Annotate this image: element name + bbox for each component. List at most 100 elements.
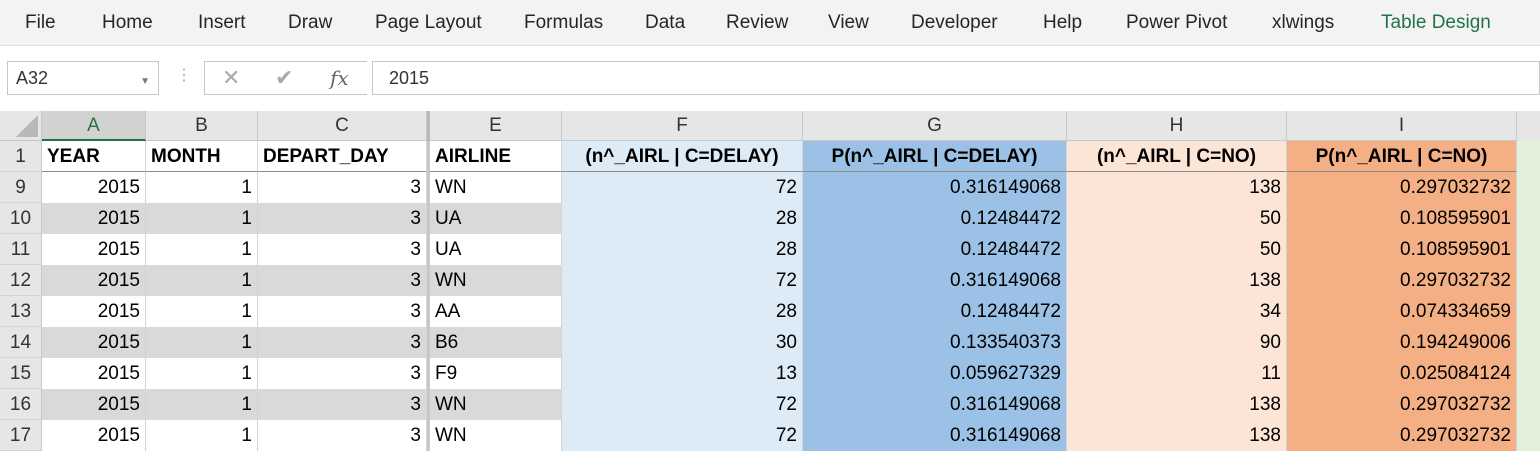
- table-cell[interactable]: B6: [430, 327, 562, 358]
- check-icon[interactable]: ✔: [275, 64, 293, 92]
- chevron-down-icon[interactable]: ▼: [140, 72, 150, 92]
- table-cell[interactable]: 1: [146, 389, 258, 420]
- tab-draw[interactable]: Draw: [288, 11, 332, 35]
- table-cell[interactable]: 13: [562, 358, 803, 389]
- table-header-cell[interactable]: (n^_AIRL | C=NO): [1067, 141, 1287, 172]
- table-cell[interactable]: 1: [146, 265, 258, 296]
- tab-help[interactable]: Help: [1043, 11, 1082, 35]
- row-header[interactable]: 17: [0, 420, 42, 451]
- table-cell[interactable]: 2015: [42, 203, 146, 234]
- table-cell[interactable]: 2015: [42, 172, 146, 203]
- table-cell[interactable]: 34: [1067, 296, 1287, 327]
- tab-data[interactable]: Data: [645, 11, 685, 35]
- table-cell[interactable]: 72: [562, 389, 803, 420]
- table-header-cell[interactable]: YEAR: [42, 141, 146, 172]
- table-cell[interactable]: WN: [430, 265, 562, 296]
- table-cell[interactable]: 2015: [42, 389, 146, 420]
- row-header[interactable]: 9: [0, 172, 42, 203]
- table-cell[interactable]: UA: [430, 234, 562, 265]
- table-cell[interactable]: 90: [1067, 327, 1287, 358]
- table-cell[interactable]: 72: [562, 265, 803, 296]
- column-header-f[interactable]: F: [562, 111, 803, 141]
- column-header-h[interactable]: H: [1067, 111, 1287, 141]
- table-cell[interactable]: 28: [562, 296, 803, 327]
- table-cell[interactable]: 138: [1067, 172, 1287, 203]
- table-cell[interactable]: 1: [146, 234, 258, 265]
- table-cell[interactable]: 2015: [42, 265, 146, 296]
- table-cell[interactable]: 0.025084124: [1287, 358, 1517, 389]
- table-cell[interactable]: 3: [258, 389, 427, 420]
- table-cell[interactable]: 0.297032732: [1287, 420, 1517, 451]
- tab-view[interactable]: View: [828, 11, 869, 35]
- table-header-cell[interactable]: (n^_AIRL | C=DELAY): [562, 141, 803, 172]
- table-cell[interactable]: 0.297032732: [1287, 172, 1517, 203]
- table-cell[interactable]: 2015: [42, 420, 146, 451]
- formula-input[interactable]: 2015: [372, 61, 1540, 95]
- row-header[interactable]: 15: [0, 358, 42, 389]
- column-header-e[interactable]: E: [430, 111, 562, 141]
- table-header-cell[interactable]: AIRLINE: [430, 141, 562, 172]
- tab-page-layout[interactable]: Page Layout: [375, 11, 482, 35]
- table-cell[interactable]: 28: [562, 234, 803, 265]
- table-header-cell[interactable]: MONTH: [146, 141, 258, 172]
- table-cell[interactable]: 0.316149068: [803, 265, 1067, 296]
- table-cell[interactable]: 1: [146, 296, 258, 327]
- table-cell[interactable]: 72: [562, 172, 803, 203]
- table-cell[interactable]: 0.108595901: [1287, 203, 1517, 234]
- table-cell[interactable]: 2015: [42, 296, 146, 327]
- table-cell[interactable]: 11: [1067, 358, 1287, 389]
- table-cell[interactable]: 1: [146, 420, 258, 451]
- table-cell[interactable]: 0.059627329: [803, 358, 1067, 389]
- row-header[interactable]: 16: [0, 389, 42, 420]
- select-all-button[interactable]: [0, 111, 42, 141]
- table-cell[interactable]: 0.297032732: [1287, 265, 1517, 296]
- table-cell[interactable]: 0.12484472: [803, 203, 1067, 234]
- table-cell[interactable]: AA: [430, 296, 562, 327]
- row-header[interactable]: 10: [0, 203, 42, 234]
- table-cell[interactable]: 3: [258, 265, 427, 296]
- table-cell[interactable]: 72: [562, 420, 803, 451]
- table-cell[interactable]: 2015: [42, 358, 146, 389]
- tab-power-pivot[interactable]: Power Pivot: [1126, 11, 1227, 35]
- cancel-icon[interactable]: ✕: [222, 64, 240, 92]
- row-header-1[interactable]: 1: [0, 141, 42, 172]
- tab-review[interactable]: Review: [726, 11, 788, 35]
- table-cell[interactable]: 30: [562, 327, 803, 358]
- table-cell[interactable]: 0.12484472: [803, 234, 1067, 265]
- column-header-next[interactable]: [1517, 111, 1540, 141]
- table-cell[interactable]: 2015: [42, 234, 146, 265]
- table-cell[interactable]: 3: [258, 172, 427, 203]
- table-cell[interactable]: WN: [430, 389, 562, 420]
- tab-developer[interactable]: Developer: [911, 11, 998, 35]
- tab-file[interactable]: File: [25, 11, 56, 35]
- table-cell[interactable]: 0.074334659: [1287, 296, 1517, 327]
- table-cell[interactable]: 0.133540373: [803, 327, 1067, 358]
- table-cell[interactable]: WN: [430, 420, 562, 451]
- drag-handle-icon[interactable]: ⋮: [176, 67, 192, 85]
- tab-home[interactable]: Home: [102, 11, 153, 35]
- column-header-g[interactable]: G: [803, 111, 1067, 141]
- table-cell[interactable]: 0.316149068: [803, 389, 1067, 420]
- table-cell[interactable]: 50: [1067, 203, 1287, 234]
- table-cell[interactable]: 3: [258, 358, 427, 389]
- table-cell[interactable]: 1: [146, 358, 258, 389]
- table-cell[interactable]: 0.297032732: [1287, 389, 1517, 420]
- table-cell[interactable]: 3: [258, 234, 427, 265]
- row-header[interactable]: 13: [0, 296, 42, 327]
- tab-table-design[interactable]: Table Design: [1381, 11, 1491, 35]
- table-cell[interactable]: 138: [1067, 389, 1287, 420]
- row-header[interactable]: 12: [0, 265, 42, 296]
- tab-insert[interactable]: Insert: [198, 11, 246, 35]
- table-cell[interactable]: 1: [146, 203, 258, 234]
- row-header[interactable]: 11: [0, 234, 42, 265]
- column-header-i[interactable]: I: [1287, 111, 1517, 141]
- table-cell[interactable]: 28: [562, 203, 803, 234]
- table-cell[interactable]: 2015: [42, 327, 146, 358]
- table-cell[interactable]: 138: [1067, 265, 1287, 296]
- tab-formulas[interactable]: Formulas: [524, 11, 603, 35]
- table-cell[interactable]: 0.316149068: [803, 172, 1067, 203]
- table-cell[interactable]: F9: [430, 358, 562, 389]
- table-cell[interactable]: 0.194249006: [1287, 327, 1517, 358]
- column-header-b[interactable]: B: [146, 111, 258, 141]
- row-header[interactable]: 14: [0, 327, 42, 358]
